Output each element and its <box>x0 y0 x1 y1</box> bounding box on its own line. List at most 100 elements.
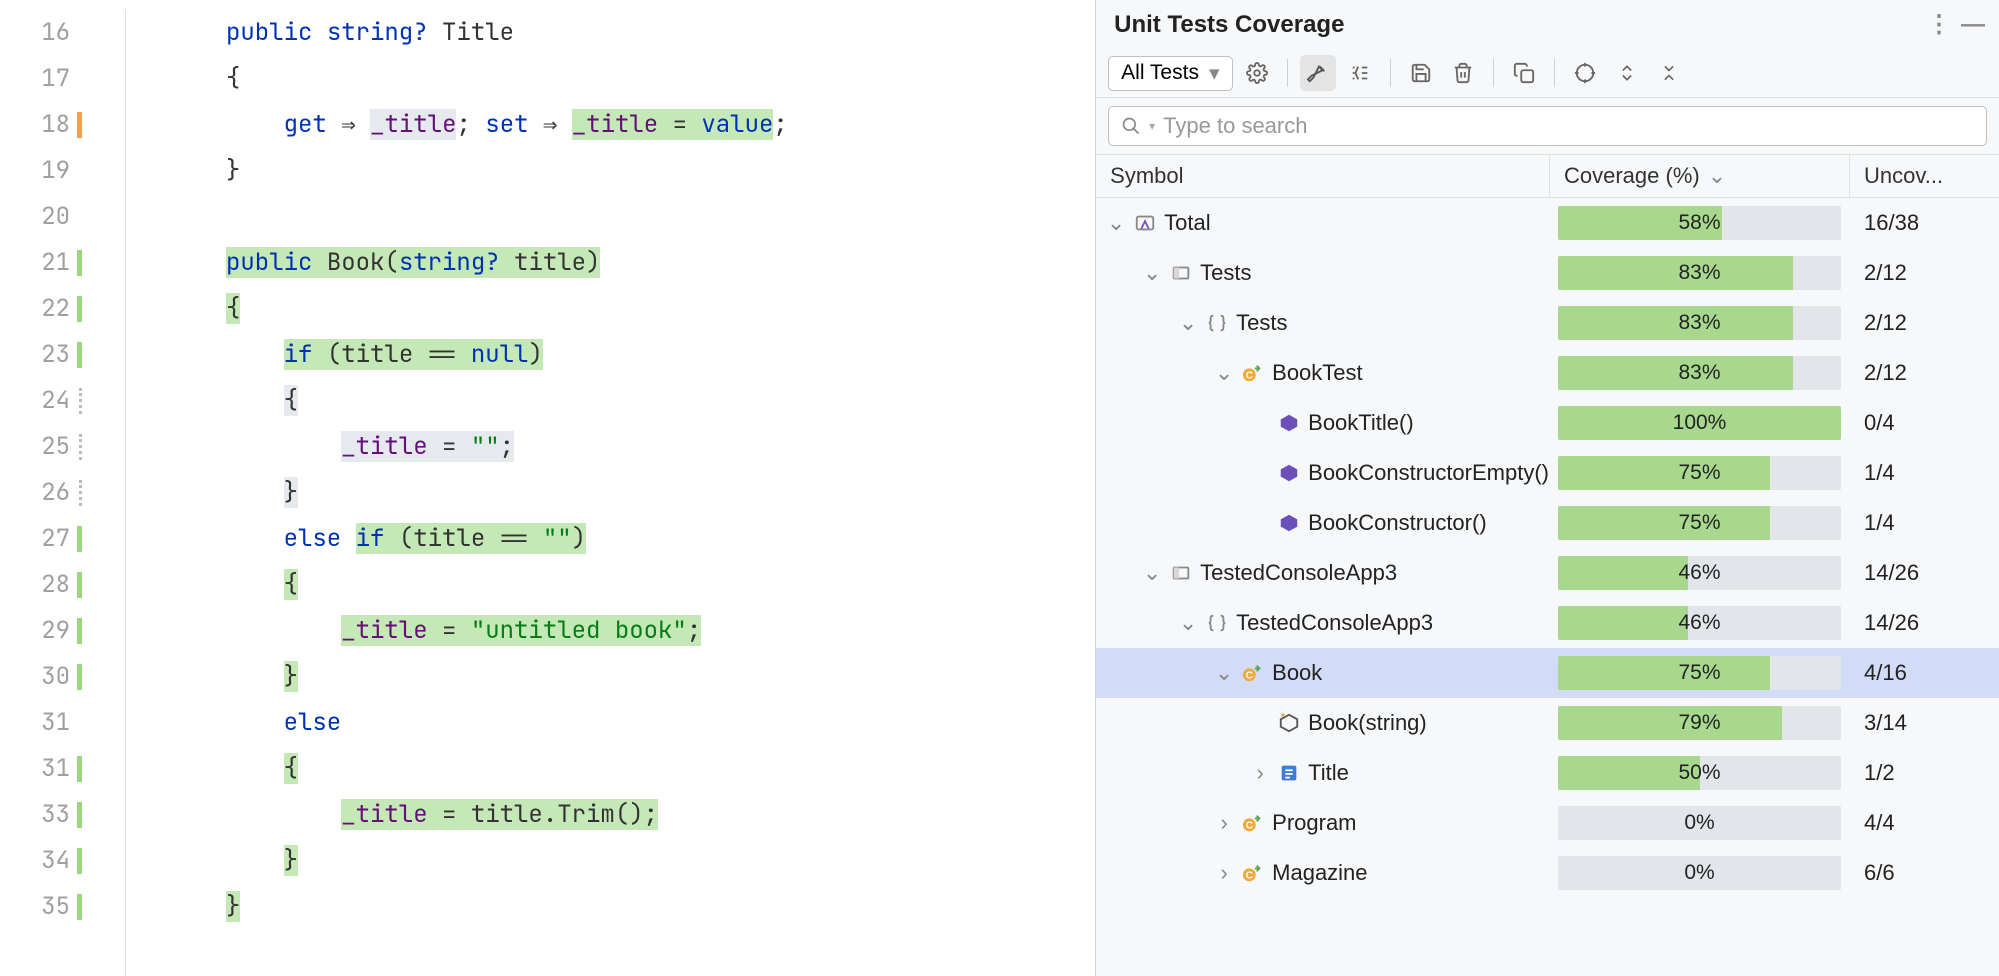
column-header-uncovered[interactable]: Uncov... <box>1849 155 1999 197</box>
coverage-row[interactable]: ⌄Total58%16/38 <box>1096 198 1999 248</box>
tree-chevron-icon[interactable]: › <box>1214 810 1234 836</box>
search-input[interactable] <box>1163 113 1974 139</box>
coverage-mark <box>77 848 82 874</box>
coverage-row-label: Tests <box>1200 260 1251 286</box>
search-icon <box>1121 116 1141 136</box>
coverage-mark <box>79 434 82 460</box>
toolbar-separator <box>1390 59 1391 87</box>
coverage-bar-cell: 79% <box>1549 702 1849 744</box>
minimize-icon[interactable]: — <box>1961 11 1985 39</box>
coverage-bar-text: 46% <box>1558 556 1841 590</box>
coverage-row-symbol: ⌄CBook <box>1096 660 1549 686</box>
coverage-uncovered: 3/14 <box>1849 710 1999 736</box>
coverage-row[interactable]: BookConstructorEmpty()75%1/4 <box>1096 448 1999 498</box>
coverage-row[interactable]: BookTitle()100%0/4 <box>1096 398 1999 448</box>
line-number: 25 <box>0 424 70 470</box>
project-icon <box>1168 562 1194 584</box>
coverage-mark <box>77 618 82 644</box>
line-number: 31 <box>0 746 70 792</box>
coverage-bar: 83% <box>1558 356 1841 390</box>
scope-dropdown[interactable]: All Tests ▾ <box>1108 56 1232 91</box>
coverage-bar-text: 0% <box>1558 806 1841 840</box>
coverage-row-symbol: › Title <box>1096 760 1549 786</box>
tree-chevron-icon[interactable]: ⌄ <box>1178 610 1198 636</box>
coverage-bar-cell: 58% <box>1549 202 1849 244</box>
copy-icon[interactable] <box>1506 55 1542 91</box>
coverage-row-label: Book <box>1272 660 1322 686</box>
expand-collapse-icon[interactable] <box>1609 55 1645 91</box>
coverage-panel: Unit Tests Coverage ⋮ — All Tests ▾ <box>1095 0 1999 976</box>
tree-chevron-icon[interactable]: ⌄ <box>1142 560 1162 586</box>
coverage-row[interactable]: ⌄ TestedConsoleApp3 46% 14/26 <box>1096 598 1999 648</box>
tree-chevron-icon[interactable]: ⌄ <box>1142 260 1162 286</box>
coverage-row-label: Title <box>1308 760 1349 786</box>
toggle-view-icon[interactable] <box>1342 55 1378 91</box>
line-number: 31 <box>0 700 70 746</box>
coverage-row-symbol: ›CMagazine <box>1096 860 1549 886</box>
coverage-row[interactable]: ›Title50%1/2 <box>1096 748 1999 798</box>
delete-icon[interactable] <box>1445 55 1481 91</box>
coverage-row[interactable]: ›CProgram0%4/4 <box>1096 798 1999 848</box>
gear-icon[interactable] <box>1239 55 1275 91</box>
coverage-row[interactable]: BookConstructor()75%1/4 <box>1096 498 1999 548</box>
code-area[interactable]: public string? Title { get ⇒ _title; set… <box>226 10 788 976</box>
property-icon <box>1276 762 1302 784</box>
search-chevron-icon: ▾ <box>1149 119 1155 133</box>
column-header-coverage[interactable]: Coverage (%) ⌄ <box>1549 155 1849 197</box>
line-number: 35 <box>0 884 70 930</box>
coverage-row[interactable]: ⌄Tests83%2/12 <box>1096 248 1999 298</box>
coverage-uncovered: 1/4 <box>1849 510 1999 536</box>
highlight-code-icon[interactable] <box>1300 55 1336 91</box>
search-box[interactable]: ▾ <box>1108 106 1987 146</box>
coverage-row[interactable]: ⌄CBookTest83%2/12 <box>1096 348 1999 398</box>
coverage-bar: 46% <box>1558 606 1841 640</box>
coverage-tree[interactable]: ⌄Total58%16/38⌄Tests83%2/12⌄Tests83%2/12… <box>1096 198 1999 898</box>
column-header-symbol[interactable]: Symbol <box>1096 155 1549 197</box>
collapse-all-icon[interactable] <box>1651 55 1687 91</box>
coverage-bar-cell: 75% <box>1549 452 1849 494</box>
tree-chevron-icon[interactable]: ⌄ <box>1214 660 1234 686</box>
more-icon[interactable]: ⋮ <box>1927 10 1951 39</box>
coverage-mark <box>77 526 82 552</box>
coverage-bar-cell: 75% <box>1549 652 1849 694</box>
tree-chevron-icon[interactable]: › <box>1214 860 1234 886</box>
coverage-row-symbol: ⌄ TestedConsoleApp3 <box>1096 610 1549 636</box>
coverage-row[interactable]: ⌄TestedConsoleApp346%14/26 <box>1096 548 1999 598</box>
coverage-mark <box>79 480 82 506</box>
coverage-bar: 83% <box>1558 256 1841 290</box>
coverage-mark <box>77 802 82 828</box>
coverage-table-header: Symbol Coverage (%) ⌄ Uncov... <box>1096 154 1999 198</box>
save-icon[interactable] <box>1403 55 1439 91</box>
namespace-icon <box>1204 312 1230 334</box>
tree-chevron-icon[interactable]: ⌄ <box>1178 310 1198 336</box>
coverage-row[interactable]: ⌄Tests83%2/12 <box>1096 298 1999 348</box>
coverage-bar-text: 0% <box>1558 856 1841 890</box>
svg-text:C: C <box>1246 371 1253 382</box>
coverage-bar-text: 50% <box>1558 756 1841 790</box>
line-number: 29 <box>0 608 70 654</box>
coverage-bar: 100% <box>1558 406 1841 440</box>
coverage-bar-text: 75% <box>1558 456 1841 490</box>
coverage-bar-text: 46% <box>1558 606 1841 640</box>
tree-chevron-icon[interactable]: ⌄ <box>1214 360 1234 386</box>
coverage-bar-cell: 0% <box>1549 852 1849 894</box>
target-icon[interactable] <box>1567 55 1603 91</box>
coverage-row-label: TestedConsoleApp3 <box>1236 610 1433 636</box>
coverage-bar-cell: 83% <box>1549 352 1849 394</box>
coverage-row-symbol: BookTitle() <box>1096 410 1549 436</box>
coverage-mark <box>77 112 82 138</box>
tree-chevron-icon[interactable]: ⌄ <box>1106 210 1126 236</box>
coverage-row[interactable]: ›CMagazine0%6/6 <box>1096 848 1999 898</box>
class-icon: C <box>1240 362 1266 384</box>
coverage-row[interactable]: ⌄CBook75%4/16 <box>1096 648 1999 698</box>
tree-chevron-icon[interactable]: › <box>1250 760 1270 786</box>
class-icon: C <box>1240 812 1266 834</box>
coverage-uncovered: 14/26 <box>1849 610 1999 636</box>
coverage-bar-text: 83% <box>1558 256 1841 290</box>
coverage-row-label: BookConstructor() <box>1308 510 1487 536</box>
coverage-bar-cell: 50% <box>1549 752 1849 794</box>
coverage-bar: 0% <box>1558 856 1841 890</box>
coverage-title: Unit Tests Coverage <box>1114 11 1917 39</box>
coverage-row[interactable]: *Book(string)79%3/14 <box>1096 698 1999 748</box>
svg-text:C: C <box>1246 871 1253 882</box>
